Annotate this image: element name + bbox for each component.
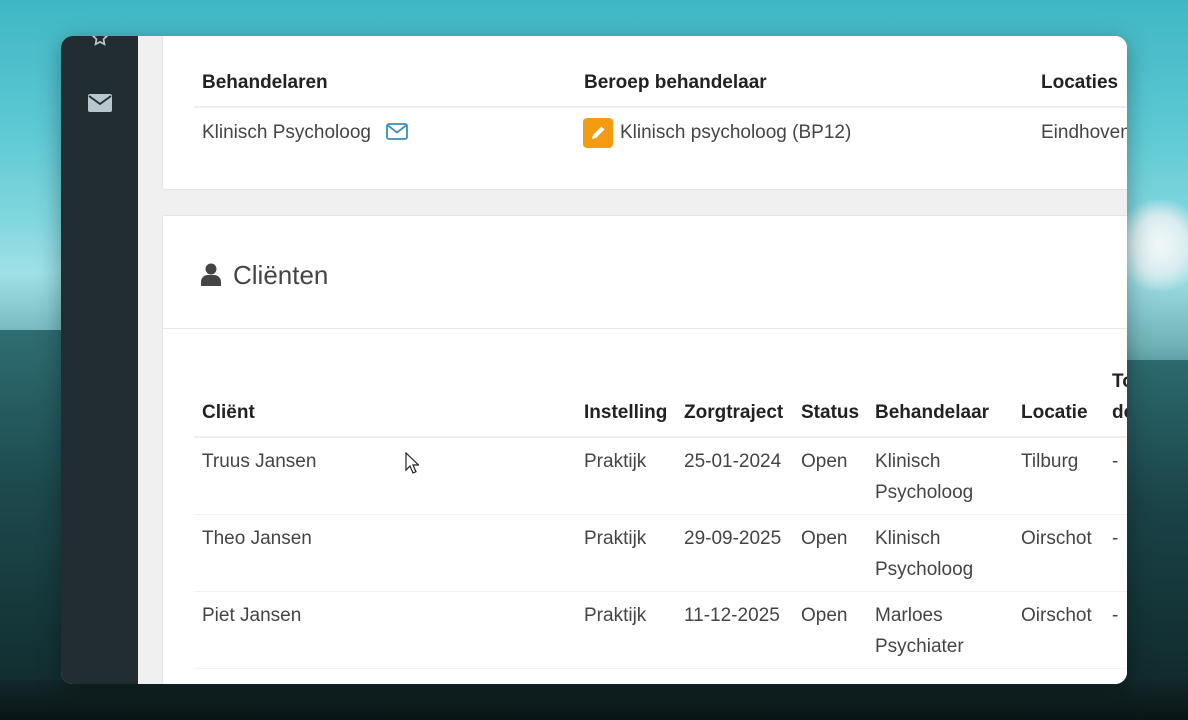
header-behandelaar[interactable]: Behandelaar — [875, 402, 989, 424]
clienten-card-header: Cliënten — [163, 216, 1127, 329]
background-ground — [0, 680, 1188, 720]
clienten-card: Cliënten Cliënt Instelling Zorgtraject S… — [162, 215, 1127, 684]
cell-instelling: Praktijk — [584, 528, 647, 549]
background-mountain-left — [0, 330, 70, 720]
envelope-icon — [87, 94, 112, 112]
mouse-cursor-icon — [405, 452, 419, 474]
cell-instelling: Praktijk — [584, 605, 647, 626]
header-client[interactable]: Cliënt — [202, 402, 255, 424]
background-mountain-right — [1118, 360, 1188, 720]
cell-instelling: Praktijk — [584, 451, 647, 472]
header-extra-line1[interactable]: To — [1112, 371, 1127, 393]
cell-behandelaar-line1: Klinisch — [875, 451, 941, 472]
sidebar — [61, 36, 138, 684]
row-divider — [194, 591, 1127, 592]
header-beroep-behandelaar: Beroep behandelaar — [584, 72, 767, 93]
behandelaar-name: Klinisch Psycholoog — [202, 122, 371, 143]
cell-client[interactable]: Piet Jansen — [202, 600, 301, 631]
envelope-outline-icon — [386, 123, 408, 140]
beroep-value: Klinisch psycholoog (BP12) — [620, 122, 852, 143]
clienten-table: Cliënt Instelling Zorgtraject Status Beh… — [194, 329, 1127, 684]
behandelaren-card: Behandelaren Beroep behandelaar Locaties… — [162, 36, 1127, 190]
cell-behandelaar-line2: Psycholoog — [875, 559, 974, 580]
header-locaties: Locaties — [1041, 72, 1119, 93]
row-divider — [194, 514, 1127, 515]
cell-status: Open — [801, 605, 848, 626]
header-divider — [194, 106, 1127, 108]
app-window: Behandelaren Beroep behandelaar Locaties… — [61, 36, 1127, 684]
cell-zorgtraject: 29-09-2025 — [684, 528, 782, 549]
cell-status: Open — [801, 528, 848, 549]
cell-locatie: Oirschot — [1021, 528, 1092, 549]
header-behandelaren: Behandelaren — [202, 72, 328, 93]
main-content: Behandelaren Beroep behandelaar Locaties… — [138, 36, 1127, 684]
clienten-title: Cliënten — [233, 260, 329, 290]
cell-extra: - — [1112, 605, 1119, 626]
header-divider — [194, 436, 1127, 438]
header-instelling[interactable]: Instelling — [584, 402, 667, 424]
sidebar-item-favorites[interactable] — [61, 36, 138, 48]
cell-behandelaar-line1: Klinisch — [875, 528, 941, 549]
user-icon — [201, 263, 221, 286]
edit-beroep-button[interactable] — [583, 118, 613, 148]
cell-extra: - — [1112, 451, 1119, 472]
cell-zorgtraject: 11-12-2025 — [684, 605, 780, 626]
star-icon — [91, 36, 108, 46]
behandelaren-table: Behandelaren Beroep behandelaar Locaties… — [194, 36, 1127, 191]
cell-locatie: Oirschot — [1021, 605, 1092, 626]
header-status[interactable]: Status — [801, 402, 859, 424]
sidebar-item-messages[interactable] — [61, 94, 138, 112]
cell-locatie: Tilburg — [1021, 451, 1079, 472]
pencil-icon — [592, 126, 605, 139]
cell-status: Open — [801, 451, 848, 472]
row-divider — [194, 668, 1127, 669]
cell-extra: - — [1112, 528, 1119, 549]
mail-behandelaar-link[interactable] — [386, 123, 408, 145]
header-zorgtraject[interactable]: Zorgtraject — [684, 402, 783, 424]
cell-behandelaar-line2: Psychiater — [875, 636, 964, 657]
cell-behandelaar-line2: Psycholoog — [875, 482, 974, 503]
header-extra-line2[interactable]: do — [1112, 402, 1127, 424]
cell-behandelaar-line1: Marloes — [875, 605, 943, 626]
cell-client[interactable]: Truus Jansen — [202, 446, 316, 477]
header-locatie[interactable]: Locatie — [1021, 402, 1088, 424]
cell-zorgtraject: 25-01-2024 — [684, 451, 782, 472]
cell-client[interactable]: Theo Jansen — [202, 523, 312, 554]
background-cloud — [1118, 200, 1188, 290]
locatie-value: Eindhoven — [1041, 122, 1127, 143]
